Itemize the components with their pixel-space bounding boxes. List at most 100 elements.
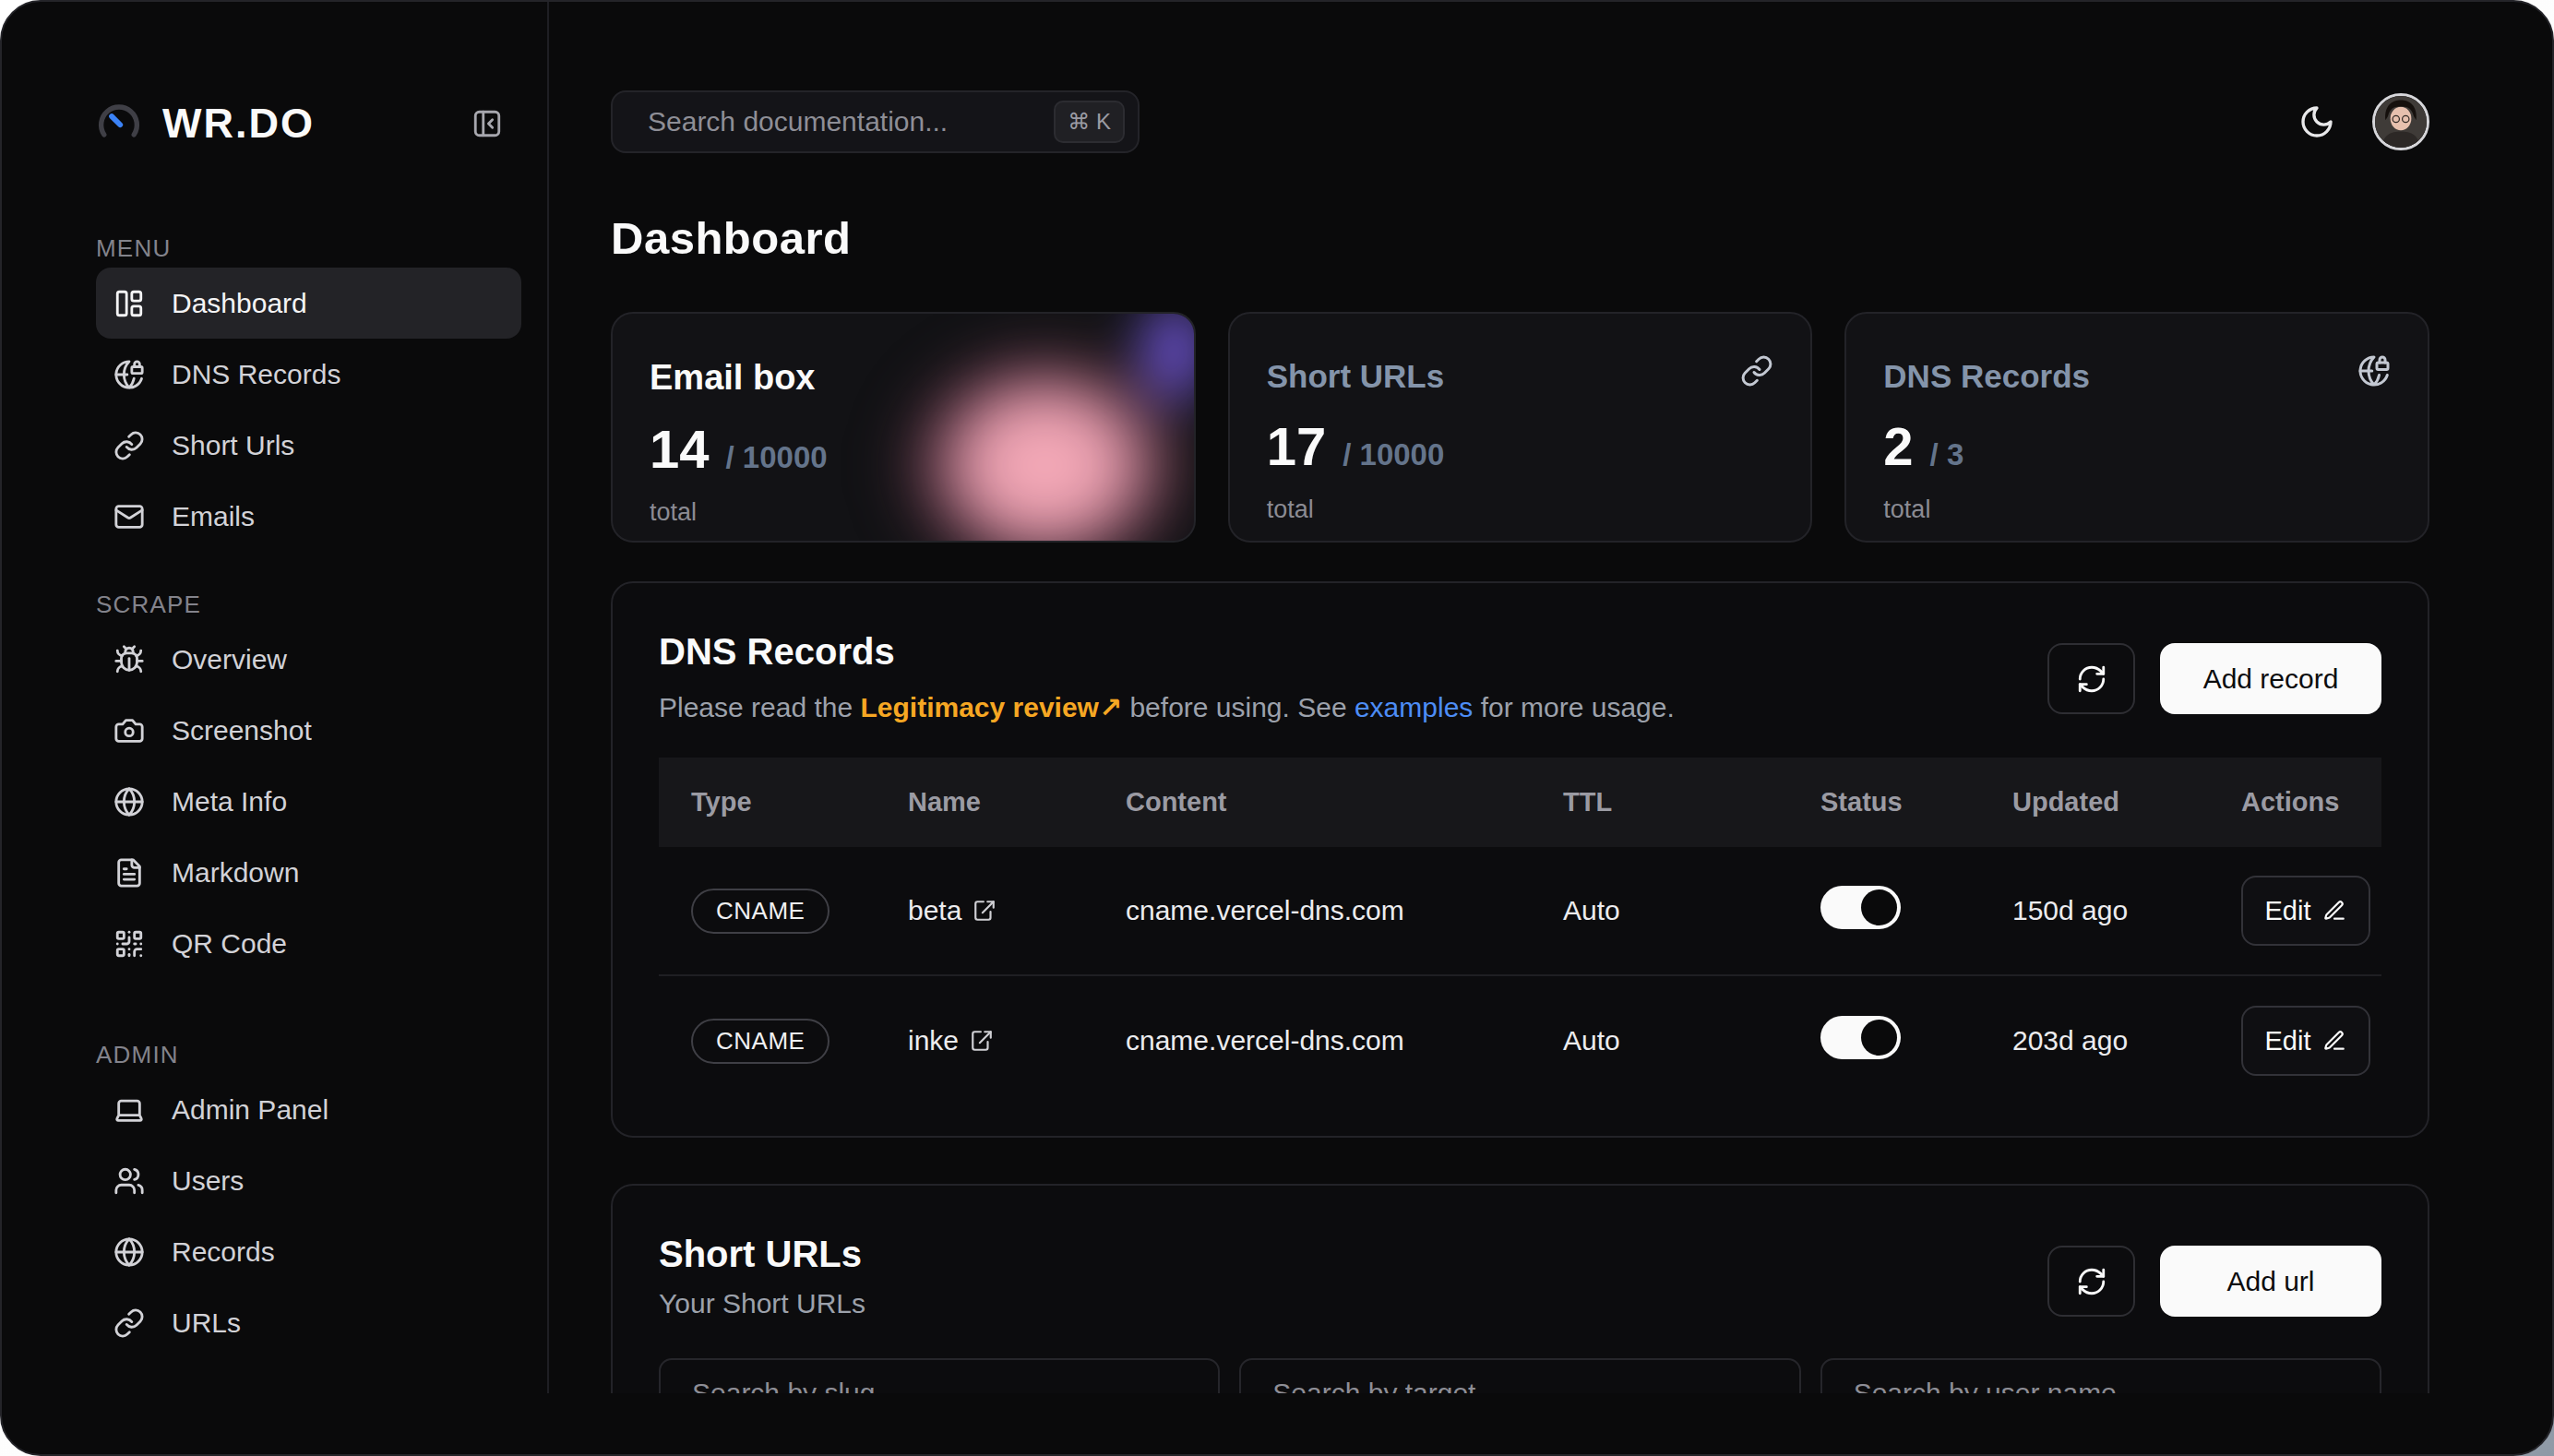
search-box: ⌘ K <box>611 90 1140 153</box>
nav-menu: Dashboard DNS Records Short Urls Emails <box>96 268 521 552</box>
record-ttl: Auto <box>1531 895 1788 926</box>
stat-caption: total <box>1267 495 1774 524</box>
stat-value: 17 <box>1267 415 1327 477</box>
file-text-icon <box>113 857 145 889</box>
short-urls-actions: Add url <box>2047 1246 2381 1317</box>
app-window: WR.DO MENU Dashboard DNS Records Short U… <box>0 0 2554 1456</box>
search-by-slug-input[interactable] <box>659 1358 1220 1393</box>
search-by-user-name-input[interactable] <box>1820 1358 2381 1393</box>
keyboard-shortcut-badge: ⌘ K <box>1054 101 1125 143</box>
sidebar-item-records[interactable]: Records <box>96 1216 521 1287</box>
stat-card-dns-records: DNS Records 2 / 3 total <box>1844 312 2429 543</box>
search-by-target-input[interactable] <box>1239 1358 1800 1393</box>
record-content: cname.vercel-dns.com <box>1093 1025 1531 1056</box>
short-urls-panel: Short URLs Your Short URLs Add url <box>611 1184 2429 1393</box>
refresh-icon <box>2076 663 2107 695</box>
dns-panel-actions: Add record <box>2047 643 2381 714</box>
add-url-button[interactable]: Add url <box>2160 1246 2381 1317</box>
link-icon <box>113 430 145 461</box>
sidebar-item-admin-panel[interactable]: Admin Panel <box>96 1074 521 1145</box>
sidebar-item-emails[interactable]: Emails <box>96 481 521 552</box>
legitimacy-review-link[interactable]: Legitimacy review↗ <box>860 692 1122 722</box>
avatar[interactable] <box>2372 93 2429 150</box>
table-header-row: Type Name Content TTL Status Updated Act… <box>659 758 2381 847</box>
status-toggle[interactable] <box>1820 1016 1901 1059</box>
sidebar: WR.DO MENU Dashboard DNS Records Short U… <box>2 2 549 1393</box>
external-link-icon[interactable] <box>970 1029 994 1053</box>
globe-icon <box>113 1236 145 1268</box>
dark-mode-toggle-moon-icon[interactable] <box>2298 103 2335 140</box>
laptop-icon <box>113 1094 145 1126</box>
sidebar-item-markdown[interactable]: Markdown <box>96 837 521 908</box>
sidebar-item-qr-code[interactable]: QR Code <box>96 908 521 979</box>
edit-button[interactable]: Edit <box>2241 1006 2370 1076</box>
sidebar-item-meta-info[interactable]: Meta Info <box>96 766 521 837</box>
globe-icon <box>113 786 145 818</box>
logo-row: WR.DO <box>96 94 521 153</box>
record-type-badge: CNAME <box>691 889 829 934</box>
sidebar-item-dashboard[interactable]: Dashboard <box>96 268 521 339</box>
pencil-icon <box>2322 1029 2346 1053</box>
stat-cards-row: Email box 14 / 10000 total Short URLs 17… <box>611 312 2429 543</box>
wrdo-logo-icon <box>96 101 142 147</box>
nav-admin: Admin Panel Users Records URLs <box>96 1074 521 1358</box>
sidebar-collapse-button[interactable] <box>471 108 503 139</box>
external-link-icon[interactable] <box>973 899 997 923</box>
brand-name: WR.DO <box>162 100 315 148</box>
main-content: ⌘ K Dashbo <box>549 2 2552 1393</box>
dns-panel-description: Please read the Legitimacy review↗ befor… <box>659 691 1675 723</box>
link-icon <box>113 1307 145 1339</box>
stat-limit: / 10000 <box>1343 437 1444 472</box>
refresh-button[interactable] <box>2047 643 2135 714</box>
topbar-right <box>2298 93 2429 150</box>
sidebar-item-short-urls[interactable]: Short Urls <box>96 410 521 481</box>
camera-icon <box>113 715 145 746</box>
stat-value: 2 <box>1883 415 1913 477</box>
stat-limit: / 3 <box>1930 437 1964 472</box>
stat-caption: total <box>1883 495 2391 524</box>
examples-link[interactable]: examples <box>1355 692 1473 722</box>
globe-lock-icon <box>113 359 145 390</box>
layout-panel-icon <box>113 288 145 319</box>
pencil-icon <box>2322 899 2346 923</box>
refresh-icon <box>2076 1266 2107 1297</box>
table-row: CNAME beta cname.vercel-dns.com Auto 150… <box>659 847 2381 976</box>
nav-section-label-menu: MENU <box>96 234 521 260</box>
sidebar-item-dns-records[interactable]: DNS Records <box>96 339 521 410</box>
nav-section-label-scrape: SCRAPE <box>96 591 521 616</box>
record-ttl: Auto <box>1531 1025 1788 1056</box>
status-toggle[interactable] <box>1820 886 1901 929</box>
topbar: ⌘ K <box>611 90 2429 153</box>
short-urls-header: Short URLs Your Short URLs Add url <box>613 1186 2428 1319</box>
short-urls-filters <box>659 1358 2381 1393</box>
page-title: Dashboard <box>611 212 2429 264</box>
edit-button[interactable]: Edit <box>2241 876 2370 946</box>
record-name: inke <box>876 1025 1093 1056</box>
sidebar-item-users[interactable]: Users <box>96 1145 521 1216</box>
record-updated: 203d ago <box>1980 1025 2209 1056</box>
record-updated: 150d ago <box>1980 895 2209 926</box>
qr-code-icon <box>113 928 145 960</box>
add-record-button[interactable]: Add record <box>2160 643 2381 714</box>
stat-card-email-box: Email box 14 / 10000 total <box>611 312 1196 543</box>
dns-panel-title: DNS Records <box>659 631 1675 673</box>
refresh-button[interactable] <box>2047 1246 2135 1317</box>
record-name: beta <box>876 895 1093 926</box>
dns-records-table: Type Name Content TTL Status Updated Act… <box>659 758 2381 1105</box>
short-urls-title: Short URLs <box>659 1234 865 1275</box>
stat-card-short-urls: Short URLs 17 / 10000 total <box>1228 312 1813 543</box>
search-input[interactable] <box>648 106 1054 137</box>
dns-panel-header: DNS Records Please read the Legitimacy r… <box>613 583 2428 723</box>
short-urls-subtitle: Your Short URLs <box>659 1288 865 1319</box>
sidebar-item-urls[interactable]: URLs <box>96 1287 521 1358</box>
stat-caption: total <box>650 498 1157 527</box>
sidebar-item-screenshot[interactable]: Screenshot <box>96 695 521 766</box>
sidebar-item-overview[interactable]: Overview <box>96 624 521 695</box>
record-content: cname.vercel-dns.com <box>1093 895 1531 926</box>
app-viewport: WR.DO MENU Dashboard DNS Records Short U… <box>2 2 2552 1393</box>
mail-icon <box>113 501 145 532</box>
table-row: CNAME inke cname.vercel-dns.com Auto 203… <box>659 976 2381 1105</box>
users-icon <box>113 1165 145 1197</box>
bug-icon <box>113 644 145 675</box>
record-type-badge: CNAME <box>691 1019 829 1064</box>
